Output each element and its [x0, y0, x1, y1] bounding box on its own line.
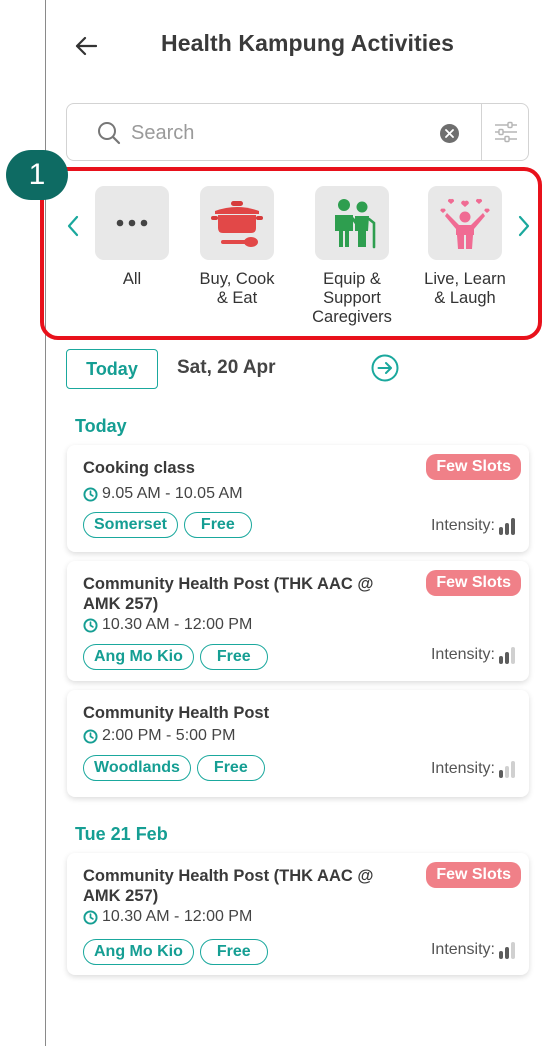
activity-tags: Somerset Free	[83, 512, 252, 538]
category-label: Live, Learn & Laugh	[424, 270, 506, 307]
intensity-bar	[499, 770, 503, 778]
chevron-left-icon	[67, 215, 79, 237]
intensity-bar	[511, 647, 515, 664]
intensity-bars-icon	[499, 646, 515, 664]
clear-search-button[interactable]	[440, 124, 459, 143]
activity-time: 9.05 AM - 10.05 AM	[83, 485, 243, 503]
activity-time-text: 10.30 AM - 12:00 PM	[102, 908, 253, 925]
activity-title: Community Health Post	[83, 704, 270, 722]
intensity-bars-icon	[499, 517, 515, 535]
location-tag[interactable]: Woodlands	[83, 755, 191, 781]
category-label: All	[122, 270, 142, 288]
activity-tags: Ang Mo Kio Free	[83, 939, 268, 965]
sliders-icon	[494, 121, 517, 143]
more-dots-icon	[95, 186, 169, 260]
activity-time-text: 9.05 AM - 10.05 AM	[102, 485, 243, 502]
price-tag[interactable]: Free	[199, 939, 268, 965]
intensity-indicator: Intensity:	[431, 941, 515, 959]
location-tag[interactable]: Ang Mo Kio	[83, 644, 194, 670]
activity-card[interactable]: Cooking class Few Slots 9.05 AM - 10.05 …	[67, 445, 529, 552]
search-bar	[66, 103, 529, 161]
intensity-bar	[505, 523, 509, 535]
activity-title: Cooking class	[83, 459, 195, 477]
activity-tags: Woodlands Free	[83, 755, 265, 781]
activity-tags: Ang Mo Kio Free	[83, 644, 268, 670]
category-equip-support-caregivers[interactable]: Equip & Support Caregivers	[302, 186, 402, 327]
activity-time: 10.30 AM - 12:00 PM	[83, 908, 252, 926]
location-tag[interactable]: Ang Mo Kio	[83, 939, 194, 965]
selected-date: Sat, 20 Apr	[177, 357, 276, 378]
app-screen: Health Kampung Activities Search All Buy…	[45, 0, 543, 1046]
search-input[interactable]	[131, 117, 421, 149]
category-label: Buy, Cook & Eat	[199, 270, 275, 307]
activity-card[interactable]: Community Health Post (THK AAC @ AMK 257…	[67, 561, 529, 681]
activity-title: Community Health Post (THK AAC @ AMK 257…	[83, 867, 374, 905]
app-header: Health Kampung Activities	[46, 0, 543, 95]
category-all[interactable]: All	[82, 186, 182, 289]
intensity-indicator: Intensity:	[431, 517, 515, 535]
price-tag[interactable]: Free	[199, 644, 268, 670]
clock-icon	[83, 486, 98, 502]
section-title: Tue 21 Feb	[75, 824, 168, 844]
category-buy-cook-eat[interactable]: Buy, Cook & Eat	[187, 186, 287, 308]
location-tag[interactable]: Somerset	[83, 512, 178, 538]
intensity-indicator: Intensity:	[431, 760, 515, 778]
carousel-prev-button[interactable]	[64, 208, 82, 244]
few-slots-badge: Few Slots	[426, 570, 521, 596]
intensity-bar	[499, 656, 503, 664]
arrow-left-icon	[75, 36, 97, 56]
clock-icon	[83, 728, 98, 744]
activity-time-text: 2:00 PM - 5:00 PM	[102, 727, 236, 744]
activity-time: 10.30 AM - 12:00 PM	[83, 616, 252, 634]
intensity-bar	[505, 652, 509, 664]
price-tag[interactable]: Free	[196, 755, 265, 781]
today-button[interactable]: Today	[66, 349, 158, 389]
close-icon	[445, 129, 454, 138]
intensity-bar	[505, 766, 509, 778]
activity-title: Community Health Post (THK AAC @ AMK 257…	[83, 575, 374, 613]
search-icon	[98, 122, 121, 145]
activity-time: 2:00 PM - 5:00 PM	[83, 727, 235, 745]
intensity-bar	[511, 518, 515, 535]
intensity-bar	[499, 527, 503, 535]
category-label: Equip & Support Caregivers	[312, 270, 392, 326]
intensity-label: Intensity:	[430, 517, 495, 534]
filter-button[interactable]	[482, 104, 529, 160]
price-tag[interactable]: Free	[183, 512, 252, 538]
happy-person-hearts-icon	[428, 186, 502, 260]
cooking-pot-icon	[200, 186, 274, 260]
activity-card[interactable]: Community Health Post 2:00 PM - 5:00 PM …	[67, 690, 529, 797]
carousel-next-button[interactable]	[515, 208, 533, 244]
category-carousel: All Buy, Cook & Eat Equip & Support Care…	[46, 180, 543, 340]
intensity-indicator: Intensity:	[431, 646, 515, 664]
back-button[interactable]	[66, 28, 106, 64]
intensity-bar	[511, 761, 515, 778]
intensity-label: Intensity:	[430, 646, 495, 663]
intensity-label: Intensity:	[430, 941, 495, 958]
intensity-bar	[511, 942, 515, 959]
step-number-badge: 1	[6, 150, 68, 200]
intensity-bar	[499, 951, 503, 959]
clock-icon	[83, 617, 98, 633]
activity-card[interactable]: Community Health Post (THK AAC @ AMK 257…	[67, 853, 529, 975]
intensity-bar	[505, 947, 509, 959]
intensity-bars-icon	[499, 760, 515, 778]
intensity-label: Intensity:	[430, 760, 495, 777]
date-selector: Today Sat, 20 Apr	[46, 348, 543, 390]
page-title: Health Kampung Activities	[161, 30, 455, 56]
intensity-bars-icon	[499, 941, 515, 959]
section-title: Today	[75, 416, 127, 436]
caregiver-icon	[315, 186, 389, 260]
few-slots-badge: Few Slots	[426, 454, 521, 480]
category-live-learn-laugh[interactable]: Live, Learn & Laugh	[415, 186, 515, 308]
arrow-right-circle-icon[interactable]	[370, 353, 400, 383]
activity-time-text: 10.30 AM - 12:00 PM	[102, 616, 253, 633]
clock-icon	[83, 909, 98, 925]
few-slots-badge: Few Slots	[426, 862, 521, 888]
chevron-right-icon	[518, 215, 530, 237]
